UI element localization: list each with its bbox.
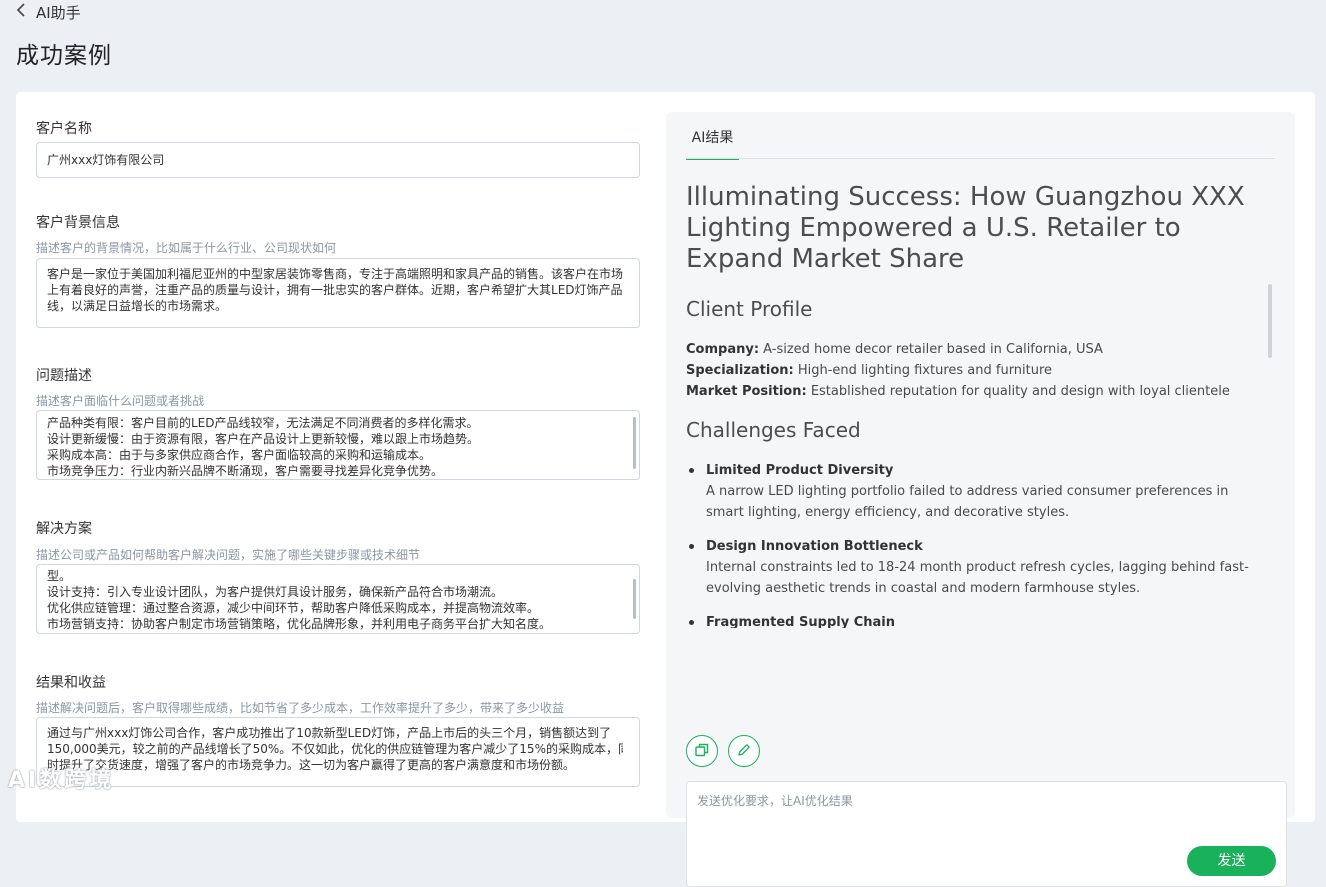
problem-scrollbar[interactable] [633, 417, 636, 469]
solution-scrollbar[interactable] [633, 579, 636, 619]
tab-ai-result[interactable]: AI结果 [686, 126, 739, 160]
solution-line: 优化供应链管理：通过整合资源，减少中间环节，帮助客户降低采购成本，并提高物流效率… [47, 601, 540, 615]
result-scrollbar[interactable] [1268, 284, 1272, 358]
results-line: 时提升了交货速度，增强了客户的市场竞争力。这一切为客户赢得了更高的客户满意度和市… [47, 758, 576, 772]
solution-line: 市场营销支持：协助客户制定市场营销策略，优化品牌形象，并利用电子商务平台扩大知名… [47, 617, 552, 631]
profile-row: Market Position: Established reputation … [686, 381, 1266, 402]
problem-hint: 描述客户面临什么问题或者挑战 [36, 394, 205, 408]
profile-value: A-sized home decor retailer based in Cal… [759, 342, 1103, 357]
edit-button[interactable] [728, 735, 760, 767]
profile-key: Company: [686, 342, 760, 357]
ai-result-content: Illuminating Success: How Guangzhou XXX … [686, 182, 1266, 628]
challenge-item: Fragmented Supply Chain [686, 612, 1266, 628]
background-hint: 描述客户的背景情况，比如属于什么行业、公司现状如何 [36, 241, 337, 255]
client-profile-list: Company: A-sized home decor retailer bas… [686, 339, 1266, 402]
results-label: 结果和收益 [36, 675, 106, 691]
profile-row: Specialization: High-end lighting fixtur… [686, 360, 1266, 381]
background-label: 客户背景信息 [36, 215, 120, 231]
page-title: 成功案例 [16, 43, 112, 69]
challenge-item: Design Innovation Bottleneck Internal co… [686, 536, 1266, 599]
profile-row: Company: A-sized home decor retailer bas… [686, 339, 1266, 360]
challenge-text: Internal constraints led to 18-24 month … [706, 560, 1249, 596]
solution-line: 型。 [47, 569, 72, 583]
pencil-icon [737, 742, 751, 761]
client-profile-heading: Client Profile [686, 297, 813, 321]
problem-textarea[interactable]: 产品种类有限：客户目前的LED产品线较窄，无法满足不同消费者的多样化需求。 设计… [36, 410, 640, 480]
results-hint: 描述解决问题后，客户取得哪些成绩，比如节省了多少成本，工作效率提升了多少，带来了… [36, 701, 565, 715]
background-line: 线，以满足日益增长的市场需求。 [47, 299, 228, 313]
tab-divider [686, 158, 1275, 159]
challenges-heading: Challenges Faced [686, 418, 861, 442]
customer-name-label: 客户名称 [36, 121, 92, 137]
main-card: 客户名称 广州xxx灯饰有限公司 客户背景信息 描述客户的背景情况，比如属于什么… [16, 92, 1315, 887]
results-line: 150,000美元，较之前的产品线增长了50%。不仅如此，优化的供应链管理为客户… [47, 742, 623, 756]
chevron-left-icon [16, 3, 26, 21]
problem-label: 问题描述 [36, 368, 92, 384]
challenges-list: Limited Product Diversity A narrow LED l… [686, 460, 1266, 628]
challenge-item: Limited Product Diversity A narrow LED l… [686, 460, 1266, 523]
problem-line: 产品种类有限：客户目前的LED产品线较窄，无法满足不同消费者的多样化需求。 [47, 416, 479, 430]
results-textarea[interactable]: 通过与广州xxx灯饰公司合作，客户成功推出了10款新型LED灯饰，产品上市后的头… [36, 717, 640, 787]
ai-result-panel: AI结果 Illuminating Success: How Guangzhou… [666, 112, 1295, 887]
profile-value: High-end lighting fixtures and furniture [793, 363, 1053, 378]
optimize-chat-box: 发送 [686, 781, 1287, 887]
result-title: Illuminating Success: How Guangzhou XXX … [686, 182, 1245, 274]
problem-line: 采购成本高：由于与多家供应商合作，客户面临较高的采购和运输成本。 [47, 448, 432, 462]
profile-key: Specialization: [686, 363, 794, 378]
copy-button[interactable] [686, 735, 718, 767]
watermark-logo: AI数跨境 [8, 768, 115, 793]
back-button[interactable]: AI助手 [16, 2, 81, 22]
challenge-title: Fragmented Supply Chain [706, 615, 895, 628]
back-label: AI助手 [36, 3, 81, 22]
challenge-title: Limited Product Diversity [706, 463, 894, 478]
background-textarea[interactable]: 客户是一家位于美国加利福尼亚州的中型家居装饰零售商，专注于高端照明和家具产品的销… [36, 258, 640, 328]
background-line: 客户是一家位于美国加利福尼亚州的中型家居装饰零售商，专注于高端照明和家具产品的销… [47, 267, 623, 281]
customer-name-input[interactable]: 广州xxx灯饰有限公司 [36, 142, 640, 178]
challenge-text: A narrow LED lighting portfolio failed t… [706, 484, 1229, 520]
send-button[interactable]: 发送 [1187, 846, 1276, 876]
solution-label: 解决方案 [36, 521, 92, 537]
solution-textarea[interactable]: 型。 设计支持：引入专业设计团队，为客户提供灯具设计服务，确保新产品符合市场潮流… [36, 564, 640, 634]
solution-hint: 描述公司或产品如何帮助客户解决问题，实施了哪些关键步骤或技术细节 [36, 548, 421, 562]
profile-key: Market Position: [686, 384, 807, 399]
background-line: 上有着良好的声誉，注重产品的质量与设计，拥有一批忠实的客户群体。近期，客户希望扩… [47, 283, 623, 297]
problem-line: 市场竞争压力：行业内新兴品牌不断涌现，客户需要寻找差异化竞争优势。 [47, 464, 444, 478]
challenge-title: Design Innovation Bottleneck [706, 539, 923, 554]
problem-line: 设计更新缓慢：由于资源有限，客户在产品设计上更新较慢，难以跟上市场趋势。 [47, 432, 480, 446]
profile-value: Established reputation for quality and d… [806, 384, 1230, 399]
optimize-input[interactable] [697, 792, 1267, 842]
results-line: 通过与广州xxx灯饰公司合作，客户成功推出了10款新型LED灯饰，产品上市后的头… [47, 726, 612, 740]
copy-icon [695, 742, 709, 761]
customer-name-value: 广州xxx灯饰有限公司 [47, 153, 165, 167]
solution-line: 设计支持：引入专业设计团队，为客户提供灯具设计服务，确保新产品符合市场潮流。 [47, 585, 504, 599]
